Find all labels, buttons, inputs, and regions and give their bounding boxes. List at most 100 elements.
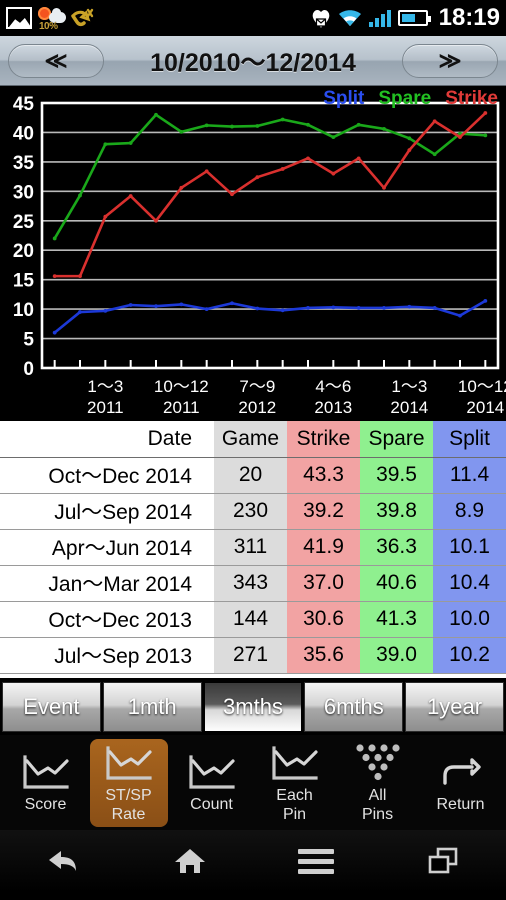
series-point-split: [382, 306, 386, 310]
cell-game: 343: [214, 565, 287, 602]
tool-label: Return: [436, 796, 485, 813]
battery-icon: [397, 10, 431, 26]
line-chart-icon: [21, 751, 71, 795]
cell-strike: 43.3: [287, 457, 360, 494]
recent-apps-icon[interactable]: [413, 840, 473, 882]
y-axis-tick-label: 35: [13, 153, 35, 174]
series-point-spare: [331, 135, 336, 140]
table-row[interactable]: Jan～Mar 2014 343 37.0 40.6 10.4: [0, 565, 506, 602]
table-row[interactable]: Oct～Dec 2014 20 43.3 39.5 11.4: [0, 457, 506, 494]
table-row[interactable]: Oct～Dec 2013 144 30.6 41.3 10.0: [0, 601, 506, 638]
x-axis-tick-label-year: 2014: [390, 398, 428, 417]
back-icon[interactable]: [33, 840, 93, 882]
cell-strike: 35.6: [287, 637, 360, 674]
cell-game: 144: [214, 601, 287, 638]
tool-each-pin[interactable]: Each Pin: [256, 739, 334, 827]
series-point-split: [154, 304, 158, 309]
series-point-strike: [356, 156, 361, 161]
period-tab-1year[interactable]: 1year: [405, 681, 504, 732]
series-point-strike: [128, 194, 133, 198]
pin-layout-icon: [353, 742, 403, 786]
tool-label: All: [368, 786, 387, 804]
cell-strike: 37.0: [287, 565, 360, 602]
menu-icon[interactable]: [286, 840, 346, 882]
column-header-spare[interactable]: Spare: [360, 421, 433, 458]
cell-split: 8.9: [433, 493, 506, 530]
tool-all-pins[interactable]: All Pins: [339, 739, 417, 827]
cell-split: 10.4: [433, 565, 506, 602]
stats-table-container[interactable]: Date Game Strike Spare Split Oct～Dec 201…: [0, 421, 506, 678]
table-body: Oct～Dec 2014 20 43.3 39.5 11.4 Jul～Sep 2014 23…: [0, 457, 506, 674]
period-tab-event[interactable]: Event: [2, 681, 101, 732]
period-tab-bar: Event 1mth 3mths 6mths 1year: [0, 678, 506, 735]
table-row[interactable]: Jul～Sep 2013 271 35.6 39.0 10.2: [0, 637, 506, 674]
status-bar-left-icons: 10%: [6, 6, 96, 32]
tool-stsp-rate[interactable]: ST/SP Rate: [89, 738, 168, 827]
y-axis-tick-label: 15: [13, 271, 35, 292]
series-point-spare: [128, 141, 133, 145]
series-point-split: [128, 303, 133, 307]
y-axis-tick-label: 45: [13, 94, 35, 115]
cell-date: Jul～Sep 2014: [0, 493, 214, 530]
cell-game: 311: [214, 529, 287, 566]
series-point-spare: [103, 142, 108, 147]
series-point-strike: [78, 274, 82, 279]
table-row[interactable]: Apr～Jun 2014 311 41.9 36.3 10.1: [0, 529, 506, 566]
prev-period-button[interactable]: ≪: [8, 43, 104, 78]
cell-strike: 41.9: [287, 529, 360, 566]
period-tab-1mth[interactable]: 1mth: [102, 681, 202, 732]
next-period-button[interactable]: ≫: [402, 43, 498, 78]
series-point-spare: [230, 124, 234, 129]
legend-item-strike: Strike: [445, 88, 498, 109]
period-tab-6mths[interactable]: 6mths: [304, 681, 404, 732]
android-navigation-bar: [0, 830, 506, 892]
series-point-split: [103, 308, 108, 313]
stats-table: Date Game Strike Spare Split Oct～Dec 201…: [0, 421, 506, 674]
series-point-split: [78, 310, 82, 314]
y-axis-tick-label: 0: [23, 359, 34, 380]
y-axis-tick-label: 5: [23, 330, 34, 351]
cell-spare: 41.3: [360, 601, 433, 638]
cell-game: 271: [214, 637, 287, 674]
series-point-strike: [407, 148, 412, 153]
home-icon[interactable]: [160, 840, 220, 882]
line-chart-icon: [187, 751, 237, 795]
x-axis-tick-label-year: 2013: [314, 398, 352, 417]
title-bar: ≪ 10/2010～12/2014 ≫: [0, 36, 506, 86]
series-point-strike: [255, 175, 260, 180]
cell-spare: 36.3: [360, 529, 433, 566]
x-axis-tick-label: 1～3: [87, 377, 123, 396]
wifi-icon: [338, 8, 362, 28]
series-point-spare: [382, 127, 386, 131]
series-point-spare: [483, 133, 488, 138]
tool-count[interactable]: Count: [173, 739, 251, 827]
column-header-split[interactable]: Split: [433, 421, 506, 458]
series-point-split: [306, 306, 310, 310]
tool-label: Score: [24, 796, 67, 813]
return-arrow-icon: [438, 751, 484, 795]
tool-score[interactable]: Score: [7, 739, 85, 827]
series-point-strike: [306, 156, 310, 161]
series-point-spare: [407, 136, 412, 141]
series-point-strike: [179, 185, 184, 190]
x-axis-tick-label-year: 2012: [238, 398, 276, 417]
y-axis-tick-label: 25: [13, 212, 35, 233]
x-axis-tick-label-year: 2014: [466, 398, 504, 417]
message-heart-icon: [311, 7, 331, 29]
tool-return[interactable]: Return: [422, 739, 500, 827]
y-axis-tick-label: 40: [13, 123, 34, 144]
status-bar-right-icons: 18:19: [311, 4, 500, 32]
cell-date: Jan～Mar 2014: [0, 565, 214, 602]
x-axis-tick-label: 10～12: [458, 377, 506, 396]
column-header-game[interactable]: Game: [214, 421, 287, 458]
cell-date: Oct～Dec 2014: [0, 457, 214, 494]
series-point-spare: [154, 112, 158, 117]
clock-label: 18:19: [438, 4, 500, 31]
status-bar: 10% 18:19: [0, 0, 506, 36]
table-row[interactable]: Jul～Sep 2014 230 39.2 39.8 8.9: [0, 493, 506, 530]
legend-item-spare: Spare: [378, 88, 432, 109]
series-point-split: [407, 304, 412, 309]
column-header-strike[interactable]: Strike: [287, 421, 360, 458]
column-header-date[interactable]: Date: [0, 421, 214, 458]
period-tab-3mths[interactable]: 3mths: [203, 681, 303, 732]
